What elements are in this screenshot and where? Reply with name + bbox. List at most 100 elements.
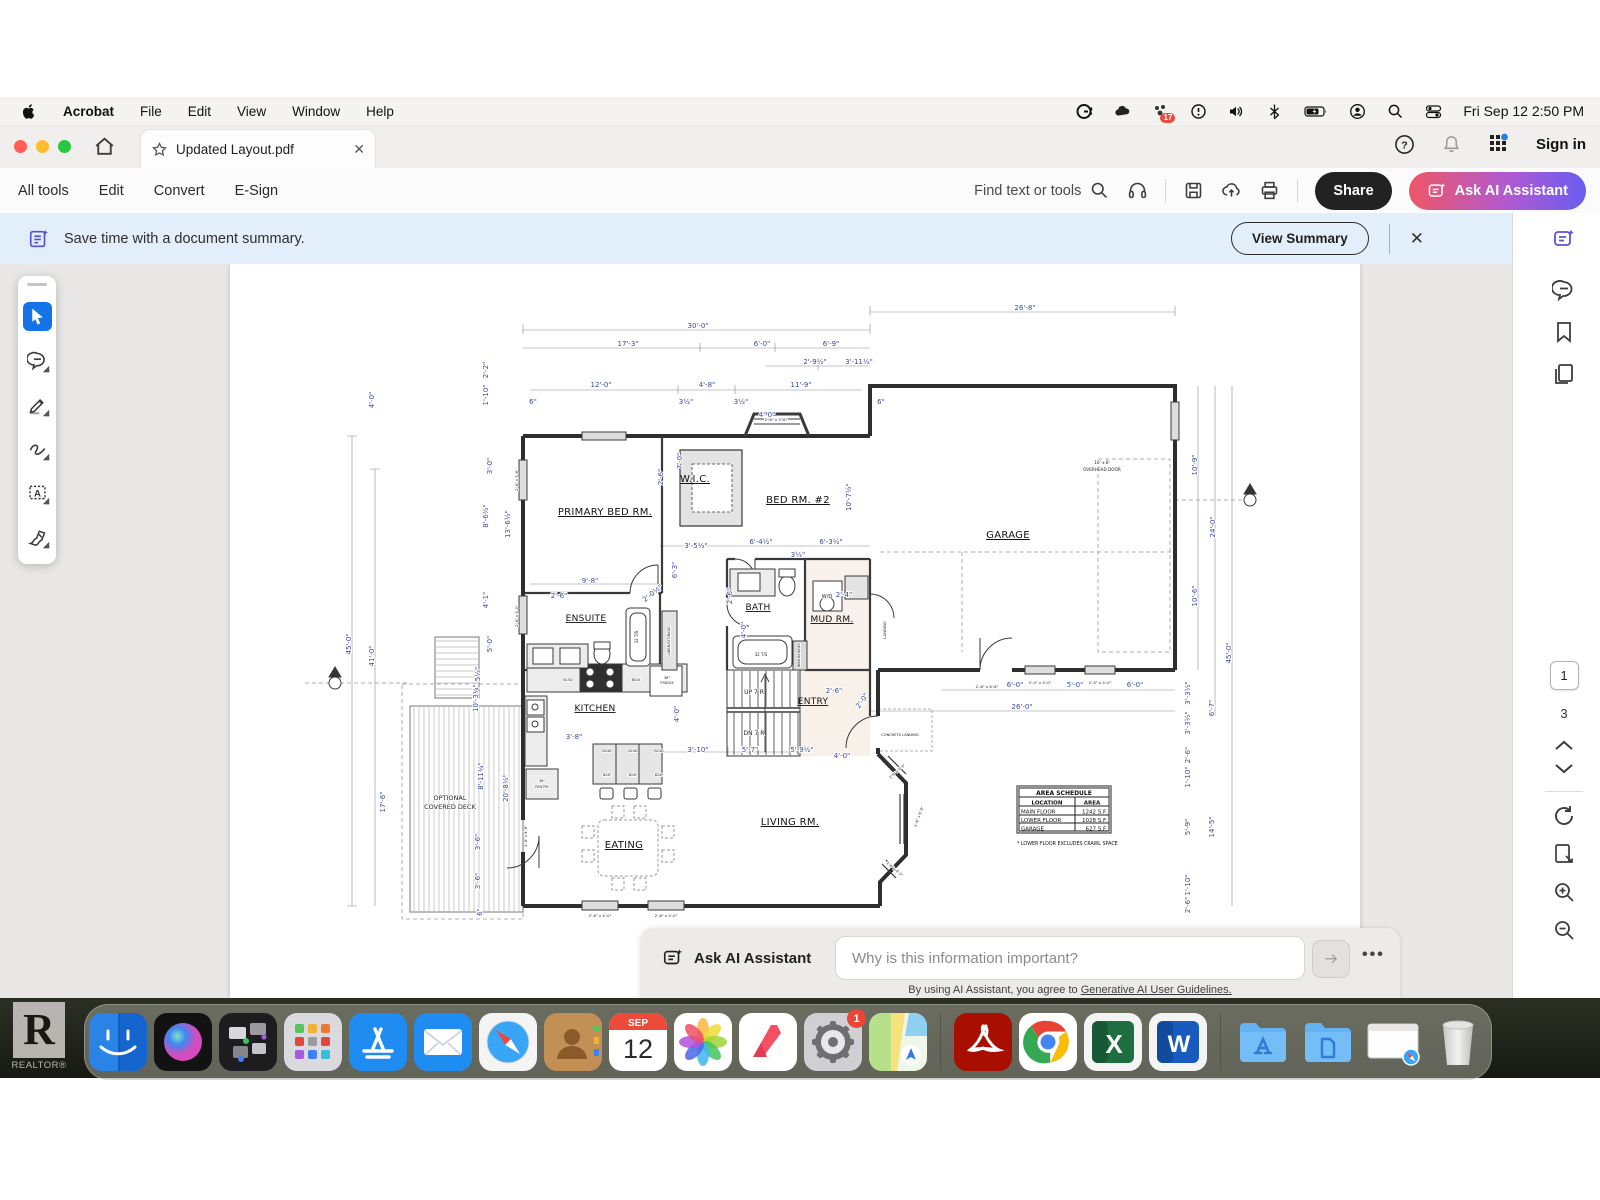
- nav-edit[interactable]: Edit: [99, 183, 124, 199]
- current-page-input[interactable]: 1: [1550, 661, 1579, 690]
- save-icon[interactable]: [1183, 180, 1204, 201]
- dock-maps[interactable]: [869, 1013, 927, 1071]
- plan-annotation: 32 T/S: [755, 652, 768, 657]
- dock-mission-control[interactable]: [219, 1013, 277, 1071]
- banner-close-icon[interactable]: ✕: [1410, 229, 1424, 249]
- cloud-icon[interactable]: [1114, 103, 1131, 120]
- rotate-refresh-icon[interactable]: [1552, 804, 1576, 828]
- menu-view[interactable]: View: [237, 104, 266, 119]
- dimension-label: 4'-0": [673, 706, 681, 723]
- dock-mail[interactable]: [414, 1013, 472, 1071]
- dock-minimized-window[interactable]: [1364, 1013, 1422, 1071]
- dock-trash[interactable]: [1429, 1013, 1487, 1071]
- chevron-down-icon[interactable]: [1552, 761, 1576, 777]
- ai-guidelines-link[interactable]: Generative AI User Guidelines.: [1081, 984, 1232, 996]
- textbox-tool-button[interactable]: A: [18, 470, 56, 514]
- svg-text:W: W: [1168, 1031, 1191, 1058]
- view-summary-button[interactable]: View Summary: [1231, 222, 1369, 255]
- nav-esign[interactable]: E-Sign: [235, 183, 279, 199]
- ai-send-button[interactable]: [1312, 940, 1350, 978]
- dock-acrobat[interactable]: [954, 1013, 1012, 1071]
- menu-clock[interactable]: Fri Sep 12 2:50 PM: [1463, 103, 1584, 119]
- battery-icon[interactable]: [1304, 103, 1328, 120]
- svg-text:SEP: SEP: [628, 1018, 648, 1029]
- dock-news[interactable]: [739, 1013, 797, 1071]
- home-icon[interactable]: [92, 134, 117, 159]
- star-icon[interactable]: [151, 141, 168, 158]
- pages-sidebar-icon[interactable]: [1552, 362, 1576, 386]
- grammarly-icon[interactable]: [1076, 103, 1093, 120]
- nav-all-tools[interactable]: All tools: [18, 183, 69, 199]
- minimize-window-button[interactable]: [36, 140, 49, 153]
- dock-finder[interactable]: [89, 1013, 147, 1071]
- highlight-tool-button[interactable]: [18, 382, 56, 426]
- dock-chrome[interactable]: [1019, 1013, 1077, 1071]
- plan-annotation: COVERED DECK: [424, 803, 476, 811]
- dock-launchpad[interactable]: [284, 1013, 342, 1071]
- dimension-label: 1'-10": [482, 384, 490, 405]
- volume-icon[interactable]: [1228, 103, 1245, 120]
- room-label: LIVING RM.: [761, 817, 819, 828]
- drag-handle[interactable]: [27, 283, 47, 286]
- print-icon[interactable]: [1259, 180, 1280, 201]
- account-icon[interactable]: [1349, 103, 1366, 120]
- dimension-label: 26'-8": [1014, 304, 1035, 312]
- help-icon[interactable]: ?: [1394, 134, 1415, 155]
- dock-folder-apps[interactable]: [1234, 1013, 1292, 1071]
- menu-window[interactable]: Window: [292, 104, 340, 119]
- ai-question-input[interactable]: Why is this information important?: [835, 936, 1305, 980]
- comments-sidebar-icon[interactable]: [1552, 278, 1576, 302]
- close-window-button[interactable]: [14, 140, 27, 153]
- dock-contacts[interactable]: [544, 1013, 602, 1071]
- dock-siri[interactable]: [154, 1013, 212, 1071]
- menu-help[interactable]: Help: [366, 104, 394, 119]
- realtor-logo: R REALTOR®: [4, 1002, 74, 1071]
- dock-calendar[interactable]: SEP12: [609, 1013, 667, 1071]
- comment-tool-button[interactable]: [18, 338, 56, 382]
- notifications-bell-icon[interactable]: [1441, 134, 1462, 155]
- cloud-upload-icon[interactable]: [1221, 180, 1242, 201]
- menu-app-name[interactable]: Acrobat: [63, 104, 114, 119]
- document-tab[interactable]: Updated Layout.pdf ✕: [140, 129, 376, 169]
- zoom-out-icon[interactable]: [1552, 918, 1576, 942]
- zoom-in-icon[interactable]: [1552, 880, 1576, 904]
- zoom-window-button[interactable]: [58, 140, 71, 153]
- ai-more-options-button[interactable]: •••: [1362, 946, 1385, 964]
- dock-word[interactable]: W: [1149, 1013, 1207, 1071]
- dock-photos[interactable]: [674, 1013, 732, 1071]
- tab-close-icon[interactable]: ✕: [353, 141, 365, 158]
- select-tool-button[interactable]: [18, 294, 56, 338]
- updates-icon[interactable]: 17: [1152, 103, 1169, 120]
- dimension-label: 2'-4": [836, 591, 853, 599]
- sign-tool-button[interactable]: [18, 514, 56, 558]
- plan-annotation: 2'-6" x 3'-6": [515, 469, 519, 491]
- control-center-icon[interactable]: [1425, 103, 1442, 120]
- menu-edit[interactable]: Edit: [188, 104, 211, 119]
- apps-grid-icon[interactable]: [1488, 133, 1510, 155]
- find-text-button[interactable]: Find text or tools: [974, 180, 1110, 201]
- dimension-label: 3'-6": [474, 834, 482, 851]
- bluetooth-icon[interactable]: [1266, 103, 1283, 120]
- chevron-up-icon[interactable]: [1552, 737, 1576, 753]
- apple-logo-icon[interactable]: [20, 103, 37, 120]
- dock-app-store[interactable]: [349, 1013, 407, 1071]
- alert-icon[interactable]: [1190, 103, 1207, 120]
- ai-assistant-sidebar-icon[interactable]: [1552, 227, 1576, 251]
- draw-tool-button[interactable]: [18, 426, 56, 470]
- nav-convert[interactable]: Convert: [154, 183, 205, 199]
- ask-ai-assistant-button[interactable]: Ask AI Assistant: [1409, 172, 1586, 210]
- read-aloud-icon[interactable]: [1127, 180, 1148, 201]
- dock-safari[interactable]: [479, 1013, 537, 1071]
- bookmarks-sidebar-icon[interactable]: [1552, 320, 1576, 344]
- dock-folder-docs[interactable]: [1299, 1013, 1357, 1071]
- plan-annotation: 16' x 8': [1094, 460, 1109, 465]
- share-button[interactable]: Share: [1315, 172, 1391, 210]
- menu-file[interactable]: File: [140, 104, 162, 119]
- sign-in-button[interactable]: Sign in: [1536, 136, 1586, 153]
- search-icon[interactable]: [1387, 103, 1404, 120]
- dock-excel[interactable]: X: [1084, 1013, 1142, 1071]
- fit-page-icon[interactable]: [1552, 842, 1576, 866]
- ai-assistant-label-group: Ask AI Assistant: [662, 947, 811, 969]
- dock-settings[interactable]: 1: [804, 1013, 862, 1071]
- svg-text:LOCATION: LOCATION: [1032, 801, 1063, 807]
